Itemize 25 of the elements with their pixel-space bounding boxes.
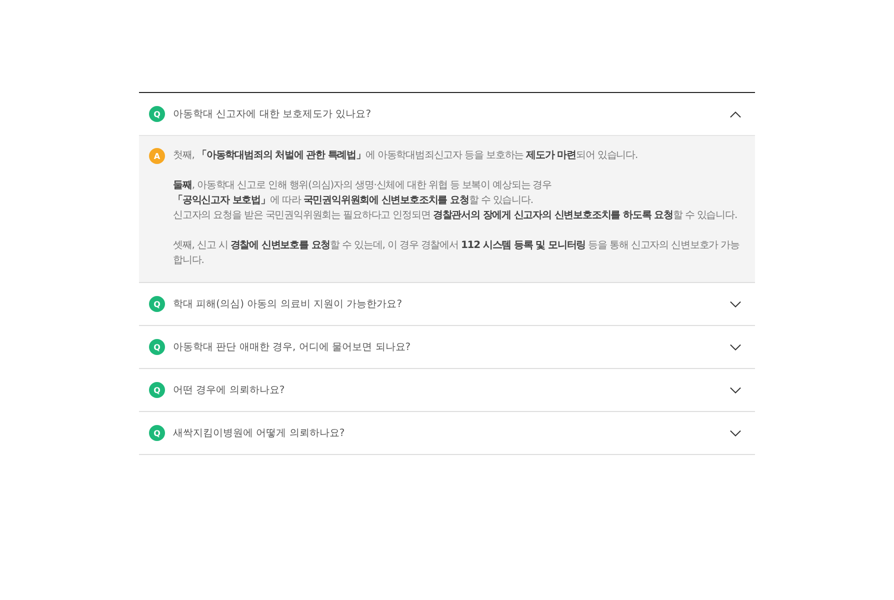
- question-text: 새싹지킴이병원에 어떻게 의뢰하나요?: [173, 427, 346, 440]
- question-badge: Q: [149, 425, 165, 441]
- question-text: 학대 피해(의심) 아동의 의료비 지원이 가능한가요?: [173, 298, 404, 311]
- answer-badge: A: [149, 148, 165, 164]
- chevron-down-icon[interactable]: [730, 344, 741, 350]
- chevron-up-icon[interactable]: [730, 110, 741, 118]
- question-badge: Q: [149, 296, 165, 312]
- answer-text: 「공익신고자 보호법」에 따라 국민권익위원회에 신변보호조치를 요청할 수 있습니다.: [173, 194, 534, 208]
- question-badge: Q: [149, 106, 165, 122]
- answer-text: 신고자의 요청을 받은 국민권익위원회는 필요하다고 인정되면 경찰관서의 장에게 신고자의 신변보호조치를 하도록 요청할 수 있습니다.: [173, 209, 738, 223]
- question-text: 어떤 경우에 의뢰하나요?: [173, 384, 286, 397]
- chevron-down-icon[interactable]: [730, 300, 741, 308]
- answer-text: 첫째, 「아동학대범죄의 처벌에 관한 특례법」에 아동학대범죄신고자 등을 보호하는 제도가 마련되어 있습니다.: [173, 148, 639, 163]
- question-text: 아동학대 신고자에 대한 보호제도가 있나요?: [173, 108, 372, 121]
- faq-question-row[interactable]: Q 학대 피해(의심) 아동의 의료비 지원이 가능한가요?: [139, 283, 755, 325]
- question-badge: Q: [149, 382, 165, 398]
- chevron-down-icon[interactable]: [730, 386, 741, 394]
- faq-question-row[interactable]: Q 어떤 경우에 의뢰하나요?: [139, 369, 755, 411]
- answer-text: 셋째, 신고 시 경찰에 신변보호를 요청할 수 있는데, 이 경우 경찰에서 112 시스템 등록 및 모니터링 등을 통해 신고자의 신변보호가 가능합니다.: [173, 239, 740, 268]
- answer-text: 둘째, 아동학대 신고로 인해 행위(의심)자의 생명·신체에 대한 위협 등 보복이 예상되는 경우: [173, 179, 553, 193]
- chevron-down-icon[interactable]: [730, 430, 741, 436]
- faq-question-row[interactable]: Q 아동학대 판단 애매한 경우, 어디에 물어보면 되나요?: [139, 326, 755, 368]
- faq-question-row[interactable]: Q 새싹지킴이병원에 어떻게 의뢰하나요?: [139, 412, 755, 454]
- question-badge: Q: [149, 339, 165, 355]
- question-text: 아동학대 판단 애매한 경우, 어디에 물어보면 되나요?: [173, 341, 412, 354]
